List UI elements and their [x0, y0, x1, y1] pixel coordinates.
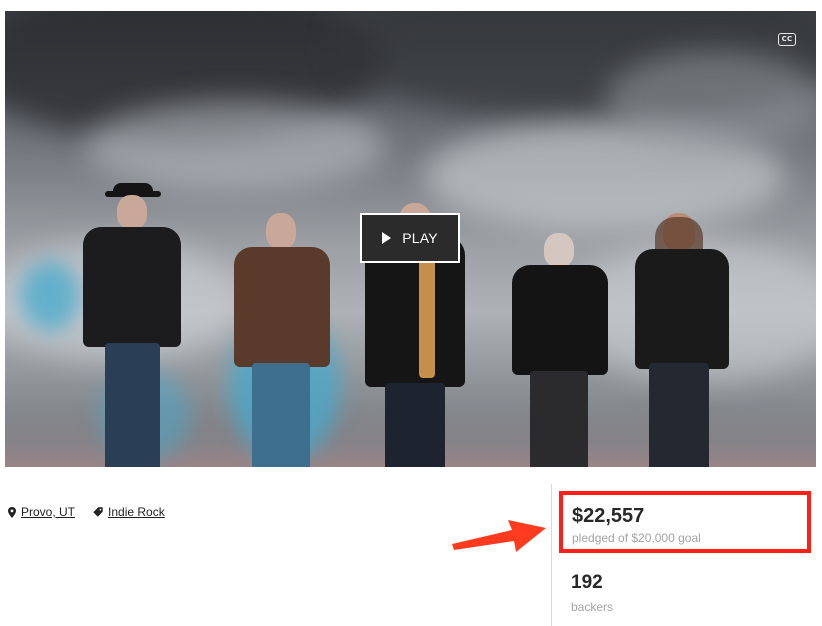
pledged-goal-text: pledged of $20,000 goal: [572, 531, 701, 545]
band-member-1: [77, 183, 187, 467]
map-pin-icon: [8, 506, 16, 518]
red-arrow: [452, 520, 546, 552]
pledged-amount: $22,557: [572, 505, 645, 527]
band-member-5: [625, 213, 740, 467]
pledged-highlight: $22,557 pledged of $20,000 goal: [559, 491, 811, 553]
play-icon: [382, 232, 392, 244]
cloud: [85, 101, 385, 191]
closed-captions-icon[interactable]: CC: [778, 33, 796, 46]
play-button[interactable]: PLAY: [360, 213, 460, 263]
stats-divider: [551, 484, 552, 626]
cloud: [605, 51, 816, 151]
tag-icon: [93, 507, 103, 517]
video-player[interactable]: CC PLAY: [5, 11, 816, 467]
project-meta: Provo, UT Indie Rock: [8, 505, 183, 519]
play-label: PLAY: [402, 230, 438, 246]
blue-smoke: [20, 261, 80, 331]
category-link[interactable]: Indie Rock: [93, 505, 165, 519]
project-page: CC PLAY Provo, UT Indie Rock $22,557 ple…: [0, 0, 822, 626]
backers-stat: 192 backers: [571, 572, 613, 614]
band-member-2: [230, 213, 335, 467]
location-label: Provo, UT: [21, 505, 76, 519]
band-member-4: [510, 233, 610, 467]
backers-count: 192: [571, 572, 603, 593]
category-label: Indie Rock: [108, 505, 165, 519]
location-link[interactable]: Provo, UT: [8, 505, 75, 519]
backers-label: backers: [571, 600, 614, 614]
